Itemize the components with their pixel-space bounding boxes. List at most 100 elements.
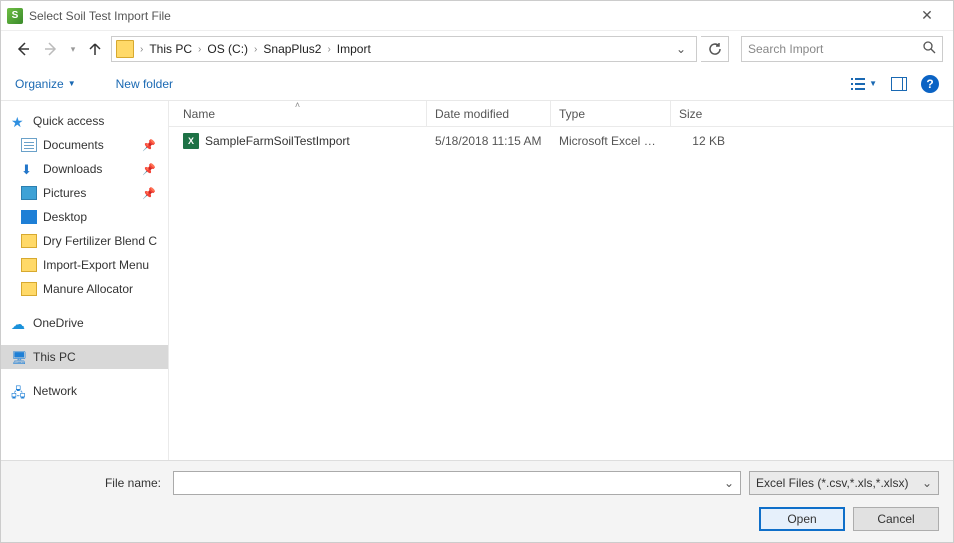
folder-icon bbox=[21, 234, 37, 248]
organize-label: Organize bbox=[15, 77, 64, 91]
file-row[interactable]: X SampleFarmSoilTestImport 5/18/2018 11:… bbox=[169, 127, 953, 155]
search-icon bbox=[923, 41, 936, 57]
breadcrumb-this-pc[interactable]: This PC bbox=[147, 42, 194, 56]
sidebar-item-label: Dry Fertilizer Blend C bbox=[43, 234, 157, 248]
cancel-button[interactable]: Cancel bbox=[853, 507, 939, 531]
window-title: Select Soil Test Import File bbox=[29, 9, 171, 23]
new-folder-label: New folder bbox=[116, 77, 173, 91]
column-label: Type bbox=[559, 107, 585, 121]
up-button[interactable] bbox=[83, 37, 107, 61]
view-icon bbox=[851, 77, 867, 91]
chevron-right-icon: › bbox=[136, 44, 147, 55]
filename-field[interactable] bbox=[180, 476, 724, 490]
arrow-left-icon bbox=[15, 41, 31, 57]
refresh-button[interactable] bbox=[701, 36, 729, 62]
recent-locations-caret[interactable]: ▾ bbox=[67, 44, 79, 55]
excel-file-icon: X bbox=[183, 133, 199, 149]
column-label: Date modified bbox=[435, 107, 509, 121]
sidebar-onedrive[interactable]: ☁ OneDrive bbox=[1, 311, 168, 335]
address-bar[interactable]: › This PC › OS (C:) › SnapPlus2 › Import… bbox=[111, 36, 697, 62]
filename-input[interactable]: ⌄ bbox=[173, 471, 741, 495]
breadcrumb-folder-1[interactable]: SnapPlus2 bbox=[261, 42, 323, 56]
filter-label: Excel Files (*.csv,*.xls,*.xlsx) bbox=[756, 476, 908, 490]
help-button[interactable]: ? bbox=[921, 75, 939, 93]
pin-icon: 📌 bbox=[142, 187, 160, 200]
column-label: Name bbox=[183, 107, 215, 121]
sidebar-item-downloads[interactable]: ⬇ Downloads 📌 bbox=[1, 157, 168, 181]
view-options-button[interactable]: ▼ bbox=[851, 77, 877, 91]
file-list: ˄ Name Date modified Type Size X SampleF… bbox=[169, 101, 953, 460]
button-label: Cancel bbox=[877, 512, 914, 526]
pictures-icon bbox=[21, 186, 37, 200]
file-date: 5/18/2018 11:15 AM bbox=[427, 134, 551, 148]
close-icon[interactable]: ✕ bbox=[907, 7, 947, 24]
sidebar-item-label: Manure Allocator bbox=[43, 282, 133, 296]
sidebar-item-folder[interactable]: Manure Allocator bbox=[1, 277, 168, 301]
new-folder-button[interactable]: New folder bbox=[116, 77, 173, 91]
sidebar-item-documents[interactable]: Documents 📌 bbox=[1, 133, 168, 157]
toolbar: Organize ▼ New folder ▼ ? bbox=[1, 67, 953, 101]
chevron-right-icon: › bbox=[250, 44, 261, 55]
sidebar-item-desktop[interactable]: Desktop bbox=[1, 205, 168, 229]
file-name: SampleFarmSoilTestImport bbox=[205, 134, 350, 148]
search-placeholder: Search Import bbox=[748, 42, 823, 56]
button-label: Open bbox=[787, 512, 816, 526]
column-header-name[interactable]: ˄ Name bbox=[169, 101, 427, 126]
sidebar-item-label: Pictures bbox=[43, 186, 86, 200]
sidebar-label: Quick access bbox=[33, 114, 104, 128]
folder-icon bbox=[116, 40, 134, 58]
download-icon: ⬇ bbox=[21, 162, 37, 176]
column-header-date[interactable]: Date modified bbox=[427, 101, 551, 126]
forward-button[interactable] bbox=[39, 37, 63, 61]
sidebar-item-label: Documents bbox=[43, 138, 104, 152]
open-button[interactable]: Open bbox=[759, 507, 845, 531]
chevron-down-icon[interactable]: ⌄ bbox=[670, 42, 692, 56]
onedrive-icon: ☁ bbox=[11, 316, 27, 330]
breadcrumb-drive[interactable]: OS (C:) bbox=[205, 42, 250, 56]
column-header-size[interactable]: Size bbox=[671, 101, 751, 126]
chevron-down-icon: ▼ bbox=[869, 79, 877, 88]
sidebar-item-folder[interactable]: Import-Export Menu bbox=[1, 253, 168, 277]
desktop-icon bbox=[21, 210, 37, 224]
pc-icon: 🖥 bbox=[11, 350, 27, 364]
organize-menu[interactable]: Organize ▼ bbox=[15, 77, 76, 91]
sidebar-item-label: Downloads bbox=[43, 162, 102, 176]
footer: File name: ⌄ Excel Files (*.csv,*.xls,*.… bbox=[1, 460, 953, 542]
folder-icon bbox=[21, 258, 37, 272]
preview-pane-button[interactable] bbox=[891, 77, 907, 91]
pin-icon: 📌 bbox=[142, 139, 160, 152]
sidebar-item-label: Import-Export Menu bbox=[43, 258, 149, 272]
sidebar-quick-access[interactable]: ★ Quick access bbox=[1, 109, 168, 133]
folder-icon bbox=[21, 282, 37, 296]
arrow-up-icon bbox=[88, 42, 102, 56]
search-input[interactable]: Search Import bbox=[741, 36, 943, 62]
arrow-right-icon bbox=[43, 41, 59, 57]
titlebar: S Select Soil Test Import File ✕ bbox=[1, 1, 953, 31]
file-type: Microsoft Excel W... bbox=[551, 134, 671, 148]
column-header-type[interactable]: Type bbox=[551, 101, 671, 126]
pin-icon: 📌 bbox=[142, 163, 160, 176]
breadcrumb-folder-2[interactable]: Import bbox=[335, 42, 373, 56]
sidebar-item-folder[interactable]: Dry Fertilizer Blend C bbox=[1, 229, 168, 253]
back-button[interactable] bbox=[11, 37, 35, 61]
chevron-right-icon: › bbox=[323, 44, 334, 55]
sidebar-label: OneDrive bbox=[33, 316, 84, 330]
sidebar: ★ Quick access Documents 📌 ⬇ Downloads 📌… bbox=[1, 101, 169, 460]
star-icon: ★ bbox=[11, 114, 27, 128]
column-headers: ˄ Name Date modified Type Size bbox=[169, 101, 953, 127]
sidebar-this-pc[interactable]: 🖥 This PC bbox=[1, 345, 168, 369]
chevron-down-icon: ⌄ bbox=[922, 476, 932, 490]
sidebar-item-pictures[interactable]: Pictures 📌 bbox=[1, 181, 168, 205]
refresh-icon bbox=[708, 42, 722, 56]
app-icon: S bbox=[7, 8, 23, 24]
sort-asc-icon: ˄ bbox=[295, 100, 300, 110]
chevron-down-icon[interactable]: ⌄ bbox=[724, 476, 734, 490]
sidebar-item-label: Desktop bbox=[43, 210, 87, 224]
document-icon bbox=[21, 138, 37, 152]
file-size: 12 KB bbox=[671, 134, 751, 148]
file-type-filter[interactable]: Excel Files (*.csv,*.xls,*.xlsx) ⌄ bbox=[749, 471, 939, 495]
chevron-down-icon: ▼ bbox=[68, 79, 76, 88]
sidebar-network[interactable]: 🖧 Network bbox=[1, 379, 168, 403]
filename-label: File name: bbox=[15, 476, 165, 490]
chevron-right-icon: › bbox=[194, 44, 205, 55]
